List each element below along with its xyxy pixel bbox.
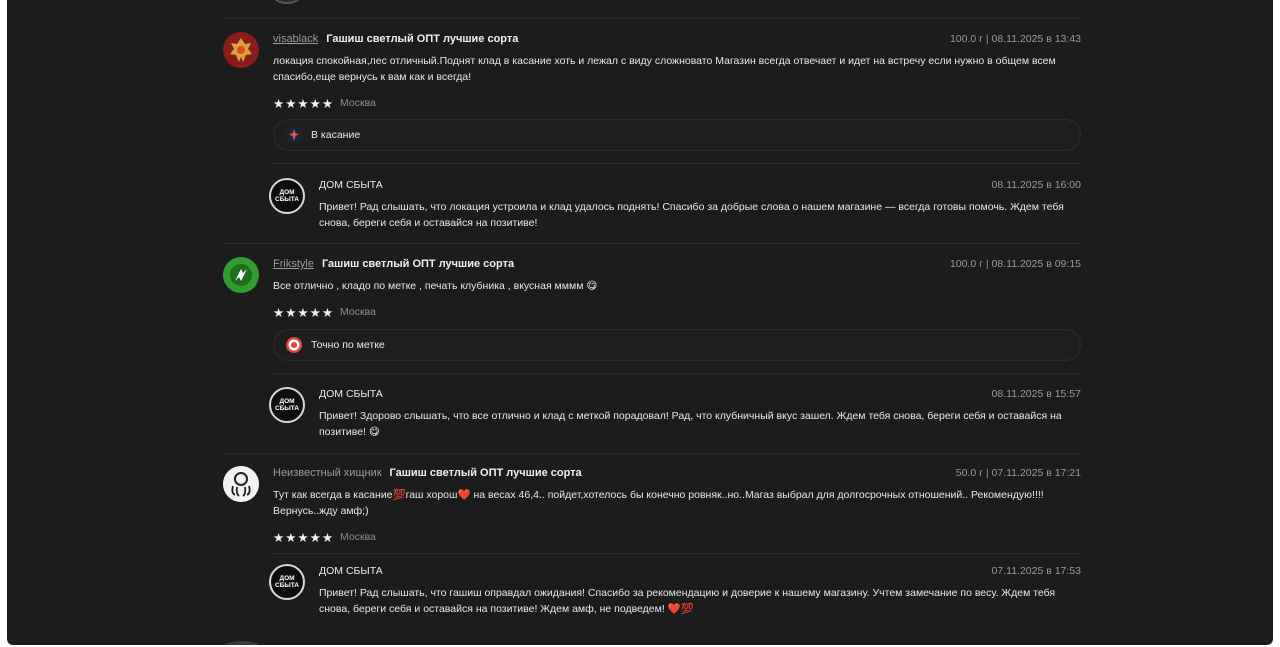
shop-avatar[interactable]: ДОМ СБЫТА bbox=[269, 178, 305, 214]
divider bbox=[223, 243, 1081, 244]
shop-reply: ДОМ СБЫТА ДОМ СБЫТА 07.11.2025 в 17:53 Пр… bbox=[269, 564, 1081, 624]
reply-meta: 08.11.2025 в 16:00 bbox=[991, 179, 1081, 191]
star-rating: ★★★★★ bbox=[273, 96, 335, 111]
tag-label: В касание bbox=[311, 129, 361, 141]
avatar bbox=[273, 0, 301, 4]
reply-text: Привет! Рад слышать, что локация устроил… bbox=[319, 201, 1064, 229]
tag-label: Точно по метке bbox=[311, 339, 385, 351]
review-text: Тут как всегда в касание💯гаш хорош❤️ на … bbox=[273, 489, 1044, 517]
target-icon bbox=[284, 335, 304, 355]
divider bbox=[269, 163, 1081, 164]
leaf-icon bbox=[223, 257, 259, 293]
user-avatar[interactable] bbox=[223, 32, 259, 68]
shop-name: ДОМ СБЫТА bbox=[319, 388, 383, 400]
username-link[interactable]: Frikstyle bbox=[273, 257, 314, 271]
review-item: visablack Гашиш светлый ОПТ лучшие сорта… bbox=[223, 32, 1081, 151]
product-name[interactable]: Гашиш светлый ОПТ лучшие сорта bbox=[390, 466, 582, 480]
shop-logo: ДОМ СБЫТА bbox=[275, 189, 299, 203]
shop-logo: ДОМ СБЫТА bbox=[275, 575, 299, 589]
review-meta: 100.0 г | 08.11.2025 в 09:15 bbox=[949, 258, 1081, 270]
review-tag: В касание bbox=[273, 119, 1081, 151]
reply-text: Привет! Здорово слышать, что все отлично… bbox=[319, 410, 1062, 438]
avatar bbox=[225, 641, 259, 645]
shop-logo: ДОМ СБЫТА bbox=[275, 398, 299, 412]
review-text: Все отлично , кладо по метке , печать кл… bbox=[273, 280, 598, 292]
shop-reply: ДОМ СБЫТА ДОМ СБЫТА 08.11.2025 в 15:57 Пр… bbox=[269, 387, 1081, 447]
divider bbox=[223, 453, 1081, 454]
divider bbox=[223, 18, 1081, 19]
city-label: Москва bbox=[340, 306, 376, 318]
username-label: Неизвестный хищник bbox=[273, 467, 382, 479]
review-item: Неизвестный хищник Гашиш светлый ОПТ луч… bbox=[223, 466, 1081, 546]
shop-avatar[interactable]: ДОМ СБЫТА bbox=[269, 387, 305, 423]
city-label: Москва bbox=[340, 531, 376, 543]
user-avatar[interactable] bbox=[223, 466, 259, 502]
shop-reply: ДОМ СБЫТА ДОМ СБЫТА 08.11.2025 в 16:00 Пр… bbox=[269, 178, 1081, 238]
product-name[interactable]: Гашиш светлый ОПТ лучшие сорта bbox=[326, 32, 518, 46]
divider bbox=[269, 553, 1081, 554]
octopus-icon bbox=[223, 466, 259, 502]
shop-avatar[interactable]: ДОМ СБЫТА bbox=[269, 564, 305, 600]
emblem-icon bbox=[223, 32, 259, 68]
review-tag: Точно по метке bbox=[273, 329, 1081, 361]
divider bbox=[269, 373, 1081, 374]
shop-name: ДОМ СБЫТА bbox=[319, 179, 383, 191]
star-rating: ★★★★★ bbox=[273, 305, 335, 320]
review-meta: 50.0 г | 07.11.2025 в 17:21 bbox=[955, 467, 1081, 479]
reply-meta: 07.11.2025 в 17:53 bbox=[991, 565, 1081, 577]
shop-name: ДОМ СБЫТА bbox=[319, 565, 383, 577]
star-rating: ★★★★★ bbox=[273, 530, 335, 545]
username-link[interactable]: visablack bbox=[273, 32, 318, 46]
review-item: Frikstyle Гашиш светлый ОПТ лучшие сорта… bbox=[223, 257, 1081, 365]
reply-meta: 08.11.2025 в 15:57 bbox=[991, 388, 1081, 400]
reviews-panel: visablack Гашиш светлый ОПТ лучшие сорта… bbox=[7, 0, 1273, 645]
touch-icon bbox=[284, 125, 304, 145]
review-meta: 100.0 г | 08.11.2025 в 13:43 bbox=[949, 33, 1081, 45]
city-label: Москва bbox=[340, 97, 376, 109]
reply-text: Привет! Рад слышать, что гашиш оправдал … bbox=[319, 587, 1056, 615]
user-avatar[interactable] bbox=[223, 257, 259, 293]
product-name[interactable]: Гашиш светлый ОПТ лучшие сорта bbox=[322, 257, 514, 271]
review-text: локация спокойная,лес отличный.Поднят кл… bbox=[273, 55, 1056, 83]
